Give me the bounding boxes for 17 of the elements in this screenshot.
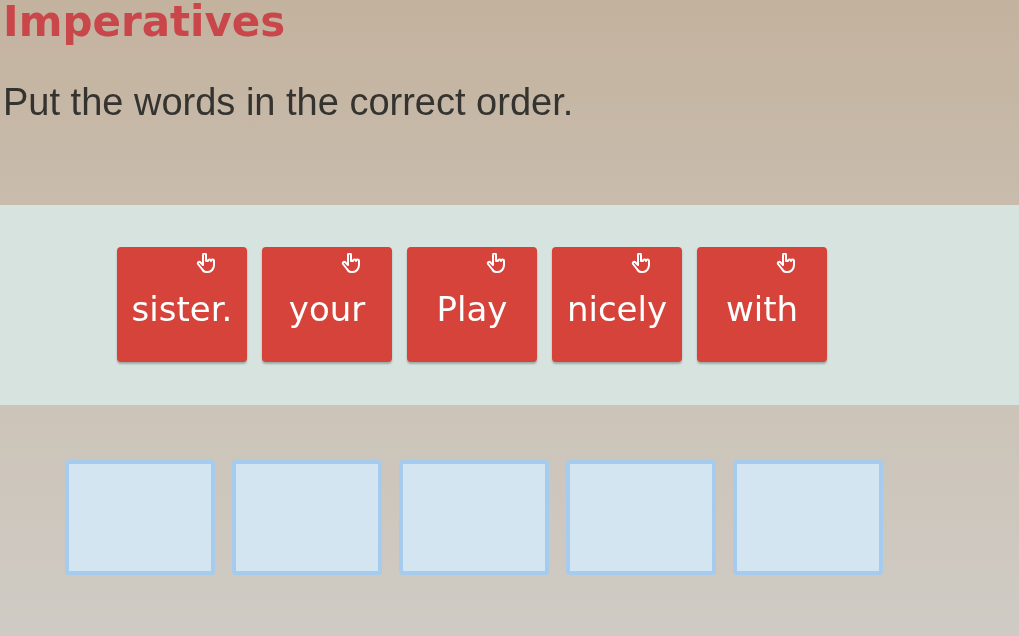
answer-box[interactable] [399, 460, 549, 575]
word-tile[interactable]: Play [407, 247, 537, 362]
word-tile[interactable]: sister. [117, 247, 247, 362]
hand-pointer-icon [775, 253, 797, 275]
answer-box[interactable] [733, 460, 883, 575]
page-title: Imperatives [3, 0, 286, 44]
word-tile[interactable]: with [697, 247, 827, 362]
word-tile[interactable]: your [262, 247, 392, 362]
hand-pointer-icon [630, 253, 652, 275]
hand-pointer-icon [195, 253, 217, 275]
answer-box[interactable] [232, 460, 382, 575]
word-tile[interactable]: nicely [552, 247, 682, 362]
hand-pointer-icon [340, 253, 362, 275]
answer-box[interactable] [566, 460, 716, 575]
answer-box[interactable] [65, 460, 215, 575]
instruction-text: Put the words in the correct order. [3, 80, 574, 124]
hand-pointer-icon [485, 253, 507, 275]
